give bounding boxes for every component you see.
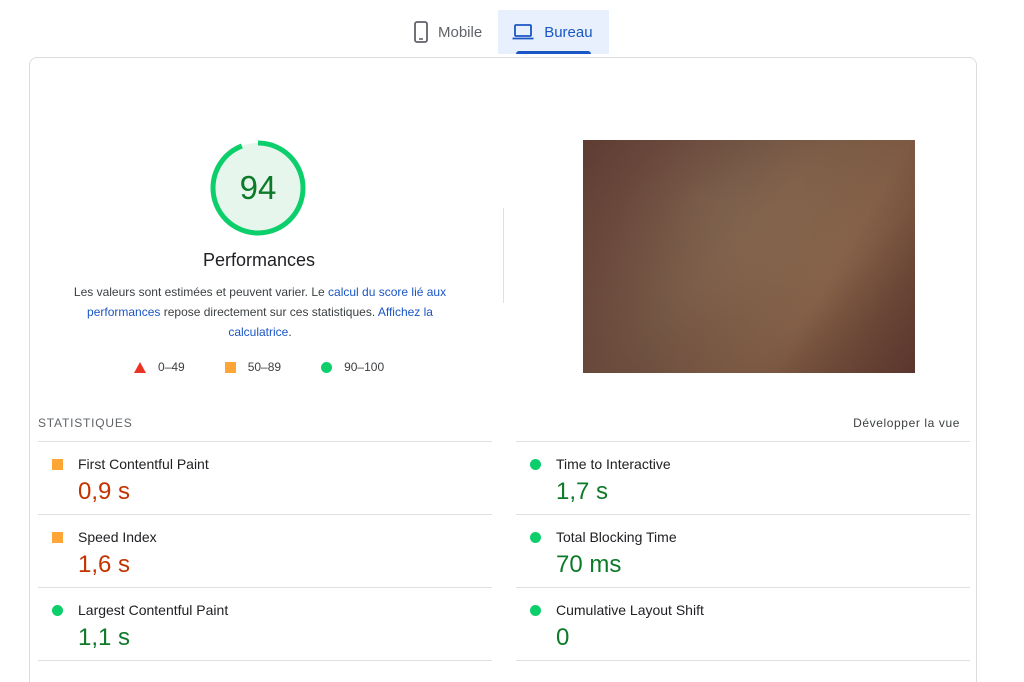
- green-circle-icon: [530, 459, 541, 470]
- performance-title: Performances: [202, 250, 316, 270]
- orange-square-icon: [52, 532, 63, 543]
- metric-label: First Contentful Paint: [78, 456, 209, 472]
- metric-label: Time to Interactive: [556, 456, 671, 472]
- performance-score-gauge: 94: [210, 140, 306, 236]
- description-text: .: [288, 325, 292, 339]
- vertical-divider: [503, 208, 504, 303]
- report-card: 94 Performances Les valeurs sont estimée…: [29, 57, 977, 682]
- metric-first-contentful-paint: First Contentful Paint 0,9 s: [38, 441, 492, 514]
- metric-cumulative-layout-shift: Cumulative Layout Shift 0: [516, 587, 970, 660]
- legend-range: 50–89: [247, 360, 282, 374]
- metric-value: 1,1 s: [78, 624, 131, 651]
- metric-value: 70 ms: [556, 551, 622, 578]
- tab-mobile-label: Mobile: [438, 23, 483, 41]
- tab-desktop-label: Bureau: [544, 23, 593, 41]
- metric-label: Cumulative Layout Shift: [556, 602, 704, 618]
- statistics-heading: STATISTIQUES: [38, 416, 133, 430]
- orange-square-icon: [224, 361, 236, 373]
- tab-desktop[interactable]: Bureau: [498, 10, 609, 54]
- metric-value: 1,6 s: [78, 551, 131, 578]
- metric-value: 1,7 s: [556, 478, 609, 505]
- legend-item-poor: 0–49: [134, 360, 185, 374]
- metric-largest-contentful-paint: Largest Contentful Paint 1,1 s: [38, 587, 492, 660]
- legend-range: 0–49: [158, 360, 185, 374]
- metric-total-blocking-time: Total Blocking Time 70 ms: [516, 514, 970, 587]
- green-circle-icon: [52, 605, 63, 616]
- metric-speed-index: Speed Index 1,6 s: [38, 514, 492, 587]
- description-text: repose directement sur ces statistiques.: [160, 305, 378, 319]
- expand-view-button[interactable]: Développer la vue: [853, 416, 960, 430]
- green-circle-icon: [321, 361, 333, 373]
- metric-label: Total Blocking Time: [556, 529, 677, 545]
- metric-value: 0,9 s: [78, 478, 131, 505]
- device-tabs: Mobile Bureau: [400, 10, 609, 54]
- laptop-icon: [512, 24, 534, 40]
- page-screenshot-thumbnail: [583, 140, 915, 373]
- description-text: Les valeurs sont estimées et peuvent var…: [73, 285, 329, 299]
- red-triangle-icon: [134, 361, 146, 373]
- statistics-header: STATISTIQUES Développer la vue: [38, 416, 960, 430]
- score-legend: 0–49 50–89 90–100: [134, 360, 384, 374]
- metric-label: Speed Index: [78, 529, 157, 545]
- phone-icon: [414, 21, 428, 43]
- row-divider: [516, 660, 970, 661]
- performance-description: Les valeurs sont estimées et peuvent var…: [70, 282, 450, 342]
- metric-time-to-interactive: Time to Interactive 1,7 s: [516, 441, 970, 514]
- green-circle-icon: [530, 605, 541, 616]
- metric-value: 0: [556, 624, 570, 651]
- tab-mobile[interactable]: Mobile: [400, 10, 498, 54]
- orange-square-icon: [52, 459, 63, 470]
- green-circle-icon: [530, 532, 541, 543]
- performance-score-value: 94: [239, 169, 277, 206]
- legend-item-average: 50–89: [224, 360, 282, 374]
- legend-range: 90–100: [344, 360, 385, 374]
- metric-label: Largest Contentful Paint: [78, 602, 229, 618]
- legend-item-good: 90–100: [321, 360, 384, 374]
- row-divider: [38, 660, 492, 661]
